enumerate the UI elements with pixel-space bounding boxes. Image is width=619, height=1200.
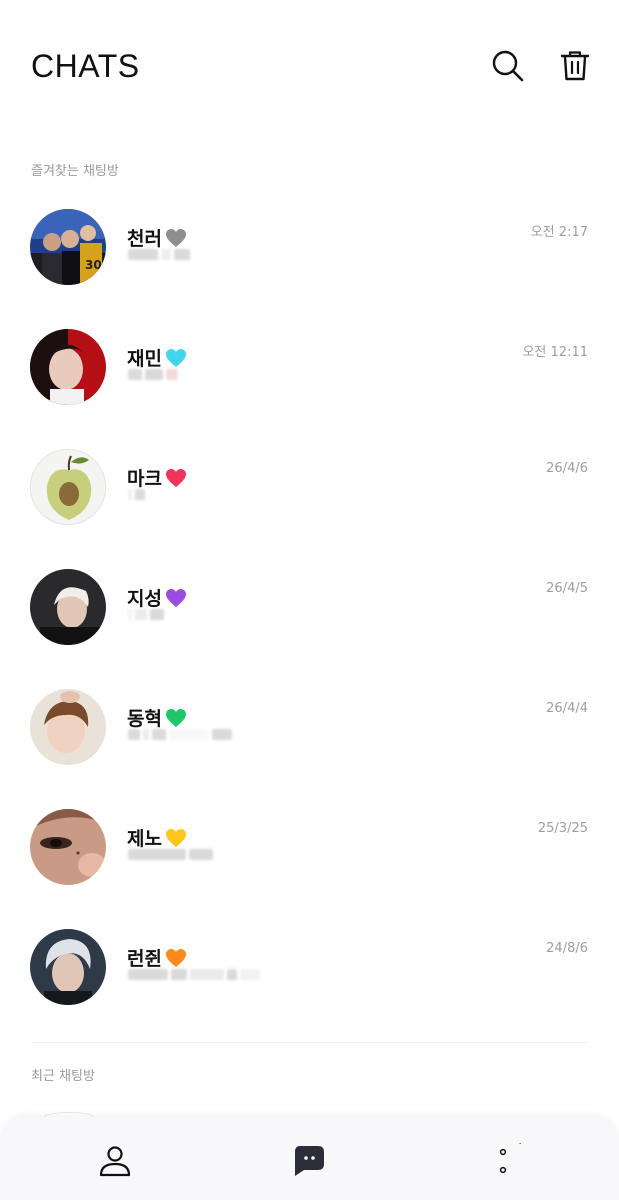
avatar (30, 929, 106, 1005)
orange-heart-icon (165, 948, 186, 967)
chat-row[interactable]: 마크 26/4/6 (0, 449, 619, 569)
nav-friends-tab[interactable] (97, 1143, 133, 1179)
message-preview-redacted (128, 729, 232, 741)
chat-name: 재민 (127, 348, 162, 370)
chat-row[interactable]: 재민 오전 12:11 (0, 329, 619, 449)
trash-icon (560, 51, 590, 81)
chat-time: 26/4/5 (546, 581, 588, 596)
chat-name: 동혁 (127, 708, 162, 730)
chat-time: 24/8/6 (546, 941, 588, 956)
chat-time: 25/3/25 (537, 821, 588, 836)
chat-time: 26/4/4 (546, 701, 588, 716)
message-preview-redacted (128, 249, 190, 261)
bottom-navigation (0, 1117, 619, 1200)
gray-heart-icon (165, 228, 186, 247)
yellow-heart-icon (165, 828, 186, 847)
avatar (30, 449, 106, 525)
avatar (30, 689, 106, 765)
page-title: CHATS (31, 48, 140, 84)
message-preview-redacted (128, 489, 145, 501)
chat-row[interactable]: 동혁 26/4/4 (0, 689, 619, 809)
chat-name: 마크 (127, 468, 162, 490)
nav-more-tab[interactable] (485, 1138, 524, 1179)
svg-text:30: 30 (85, 258, 102, 272)
search-icon (492, 50, 524, 82)
section-divider (31, 1042, 589, 1043)
cyan-heart-icon (165, 348, 186, 367)
nav-chats-tab[interactable] (291, 1143, 327, 1179)
message-preview-redacted (128, 369, 178, 381)
delete-button[interactable] (558, 48, 594, 84)
red-heart-icon (165, 468, 186, 487)
chat-row[interactable]: 지성 26/4/5 (0, 569, 619, 689)
chat-name: 천러 (127, 228, 162, 250)
chat-row[interactable]: 30 천러 오전 2:17 (0, 209, 619, 329)
recent-section-label: 최근 채팅방 (31, 1069, 95, 1084)
avatar (30, 569, 106, 645)
message-preview-redacted (128, 969, 260, 981)
person-icon (99, 1146, 131, 1177)
chat-time: 오전 12:11 (522, 345, 588, 360)
chat-name: 런쥔 (127, 948, 162, 970)
chat-time: 오전 2:17 (530, 225, 588, 240)
more-dots-icon (499, 1138, 524, 1174)
chat-time: 26/4/6 (546, 461, 588, 476)
chat-row[interactable]: 런쥔 24/8/6 (0, 929, 619, 1049)
chat-name: 제노 (127, 828, 162, 850)
purple-heart-icon (165, 588, 186, 607)
message-preview-redacted (128, 849, 213, 861)
chat-bubble-icon (295, 1146, 324, 1176)
chat-name: 지성 (127, 588, 162, 610)
app-header: CHATS (0, 0, 619, 130)
green-heart-icon (165, 708, 186, 727)
avatar: 30 (30, 209, 106, 285)
avatar (30, 329, 106, 405)
chat-row[interactable]: 제노 25/3/25 (0, 809, 619, 929)
favorites-section-label: 즐겨찾는 채팅방 (31, 164, 119, 179)
message-preview-redacted (128, 609, 164, 621)
avatar (30, 809, 106, 885)
search-button[interactable] (490, 48, 526, 84)
